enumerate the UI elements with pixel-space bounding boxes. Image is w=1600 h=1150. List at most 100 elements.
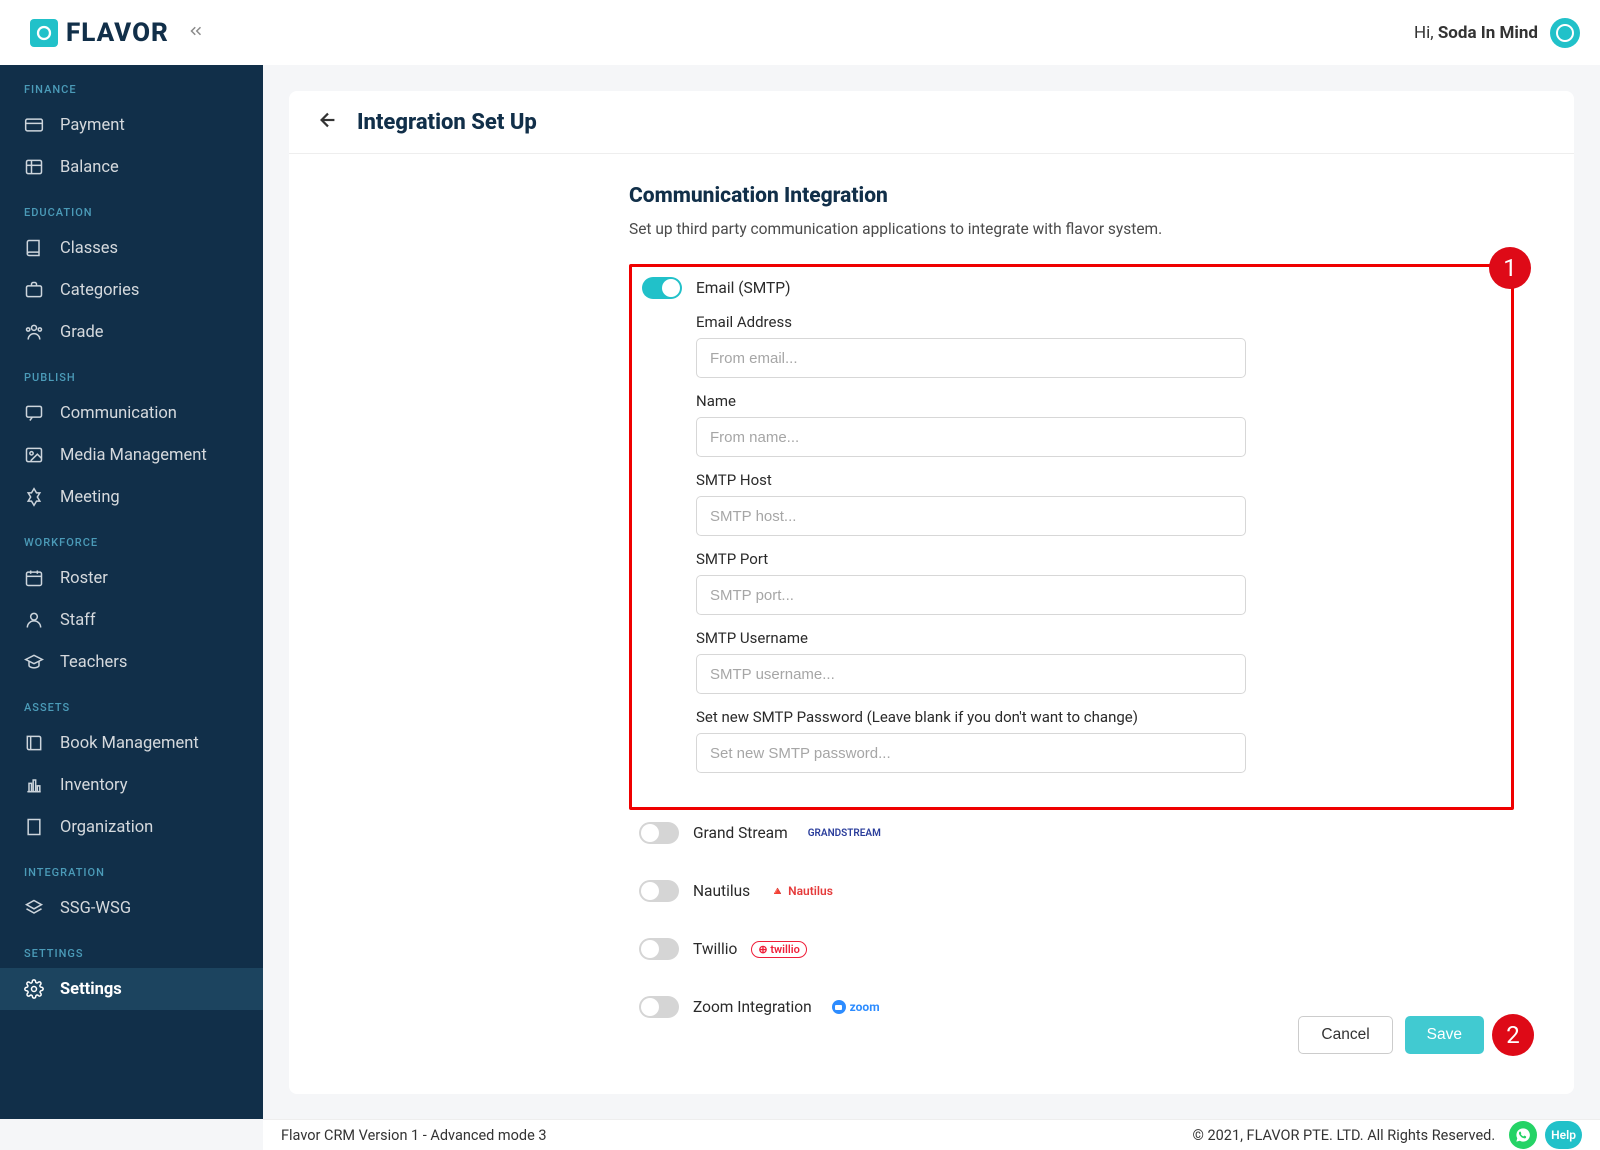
briefcase-icon [24, 280, 44, 300]
button-bar: Cancel Save 2 [629, 1016, 1514, 1054]
smtp-port-label: SMTP Port [696, 550, 1511, 568]
zoom-integration-brand-icon: zoom [826, 999, 886, 1015]
sidebar-item-label: SSG-WSG [60, 899, 131, 918]
nautilus-brand-icon: 🔺 Nautilus [764, 883, 839, 899]
sidebar-section: INTEGRATION [0, 848, 263, 887]
avatar[interactable] [1550, 18, 1580, 48]
zoom-integration-toggle[interactable] [639, 996, 679, 1018]
sidebar-collapse-icon[interactable] [187, 22, 205, 44]
sidebar: FINANCEPaymentBalanceEDUCATIONClassesCat… [0, 65, 263, 1119]
nautilus-toggle[interactable] [639, 880, 679, 902]
sidebar-item-meeting[interactable]: Meeting [0, 476, 263, 518]
sidebar-item-roster[interactable]: Roster [0, 557, 263, 599]
sidebar-item-staff[interactable]: Staff [0, 599, 263, 641]
sidebar-item-label: Classes [60, 239, 118, 258]
grand-stream-toggle[interactable] [639, 822, 679, 844]
sidebar-item-label: Meeting [60, 488, 120, 507]
smtp-port-input[interactable] [696, 575, 1246, 615]
sidebar-item-label: Book Management [60, 734, 199, 753]
sidebar-item-label: Communication [60, 404, 177, 423]
sidebar-item-inventory[interactable]: Inventory [0, 764, 263, 806]
sidebar-section: SETTINGS [0, 929, 263, 968]
twillio-brand-icon: ⊕ twillio [751, 941, 806, 958]
sidebar-section: PUBLISH [0, 353, 263, 392]
integration-label: Zoom Integration [693, 998, 812, 1016]
footer-version: Flavor CRM Version 1 - Advanced mode 3 [281, 1127, 547, 1144]
building-icon [24, 817, 44, 837]
greeting: Hi, Soda In Mind [1414, 23, 1538, 43]
sidebar-item-media-management[interactable]: Media Management [0, 434, 263, 476]
smtp-password-label: Set new SMTP Password (Leave blank if yo… [696, 708, 1511, 726]
grand-stream-brand-icon: GRANDSTREAM [802, 827, 887, 840]
calendar-icon [24, 568, 44, 588]
video-icon [24, 487, 44, 507]
sidebar-section: EDUCATION [0, 188, 263, 227]
sidebar-item-label: Settings [60, 980, 122, 999]
sidebar-item-label: Media Management [60, 446, 207, 465]
annotation-2: 2 [1492, 1014, 1534, 1056]
sidebar-item-ssg-wsg[interactable]: SSG-WSG [0, 887, 263, 929]
layers-icon [24, 898, 44, 918]
sidebar-item-balance[interactable]: Balance [0, 146, 263, 188]
sidebar-item-classes[interactable]: Classes [0, 227, 263, 269]
book2-icon [24, 733, 44, 753]
smtp-username-label: SMTP Username [696, 629, 1511, 647]
table-icon [24, 157, 44, 177]
integration-label: Twillio [693, 940, 737, 958]
sidebar-item-label: Balance [60, 158, 119, 177]
gear-icon [24, 979, 44, 999]
logo-mark-icon [30, 19, 58, 47]
sidebar-item-grade[interactable]: Grade [0, 311, 263, 353]
name-label: Name [696, 392, 1511, 410]
main-content: Integration Set Up Communication Integra… [263, 65, 1600, 1119]
sidebar-item-payment[interactable]: Payment [0, 104, 263, 146]
email-address-input[interactable] [696, 338, 1246, 378]
sidebar-item-communication[interactable]: Communication [0, 392, 263, 434]
cancel-button[interactable]: Cancel [1298, 1016, 1392, 1054]
people-icon [24, 322, 44, 342]
smtp-box: 1 Email (SMTP) Email Address Name S [629, 264, 1514, 810]
whatsapp-icon[interactable] [1509, 1121, 1537, 1149]
integration-row-zoom-integration: Zoom Integration zoom [639, 996, 1514, 1018]
smtp-username-input[interactable] [696, 654, 1246, 694]
section-desc: Set up third party communication applica… [629, 220, 1514, 238]
help-button[interactable]: Help [1545, 1121, 1582, 1149]
book-icon [24, 238, 44, 258]
save-button[interactable]: Save [1405, 1016, 1484, 1054]
smtp-host-input[interactable] [696, 496, 1246, 536]
chart-icon [24, 775, 44, 795]
back-arrow-icon[interactable] [317, 109, 339, 135]
sidebar-item-teachers[interactable]: Teachers [0, 641, 263, 683]
integration-row-twillio: Twillio ⊕ twillio [639, 938, 1514, 960]
sidebar-item-label: Roster [60, 569, 108, 588]
annotation-1: 1 [1489, 247, 1531, 289]
sidebar-item-label: Organization [60, 818, 153, 837]
smtp-password-input[interactable] [696, 733, 1246, 773]
sidebar-item-label: Staff [60, 611, 96, 630]
integration-row-grand-stream: Grand Stream GRANDSTREAM [639, 822, 1514, 844]
section-title: Communication Integration [629, 184, 1514, 208]
footer: Flavor CRM Version 1 - Advanced mode 3 ©… [263, 1119, 1600, 1150]
main-card: Integration Set Up Communication Integra… [289, 91, 1574, 1094]
sidebar-item-organization[interactable]: Organization [0, 806, 263, 848]
logo[interactable]: FLAVOR [30, 18, 169, 48]
smtp-toggle-label: Email (SMTP) [696, 279, 790, 297]
sidebar-section: WORKFORCE [0, 518, 263, 557]
sidebar-item-label: Payment [60, 116, 125, 135]
grad-icon [24, 652, 44, 672]
sidebar-item-book-management[interactable]: Book Management [0, 722, 263, 764]
integration-row-nautilus: Nautilus🔺 Nautilus [639, 880, 1514, 902]
smtp-host-label: SMTP Host [696, 471, 1511, 489]
sidebar-item-label: Grade [60, 323, 104, 342]
twillio-toggle[interactable] [639, 938, 679, 960]
email-address-label: Email Address [696, 313, 1511, 331]
smtp-toggle[interactable] [642, 277, 682, 299]
integration-label: Grand Stream [693, 824, 788, 842]
logo-text: FLAVOR [66, 18, 169, 48]
name-input[interactable] [696, 417, 1246, 457]
topbar: FLAVOR Hi, Soda In Mind [0, 0, 1600, 65]
sidebar-item-label: Inventory [60, 776, 128, 795]
sidebar-item-settings[interactable]: Settings [0, 968, 263, 1010]
person-icon [24, 610, 44, 630]
sidebar-item-categories[interactable]: Categories [0, 269, 263, 311]
